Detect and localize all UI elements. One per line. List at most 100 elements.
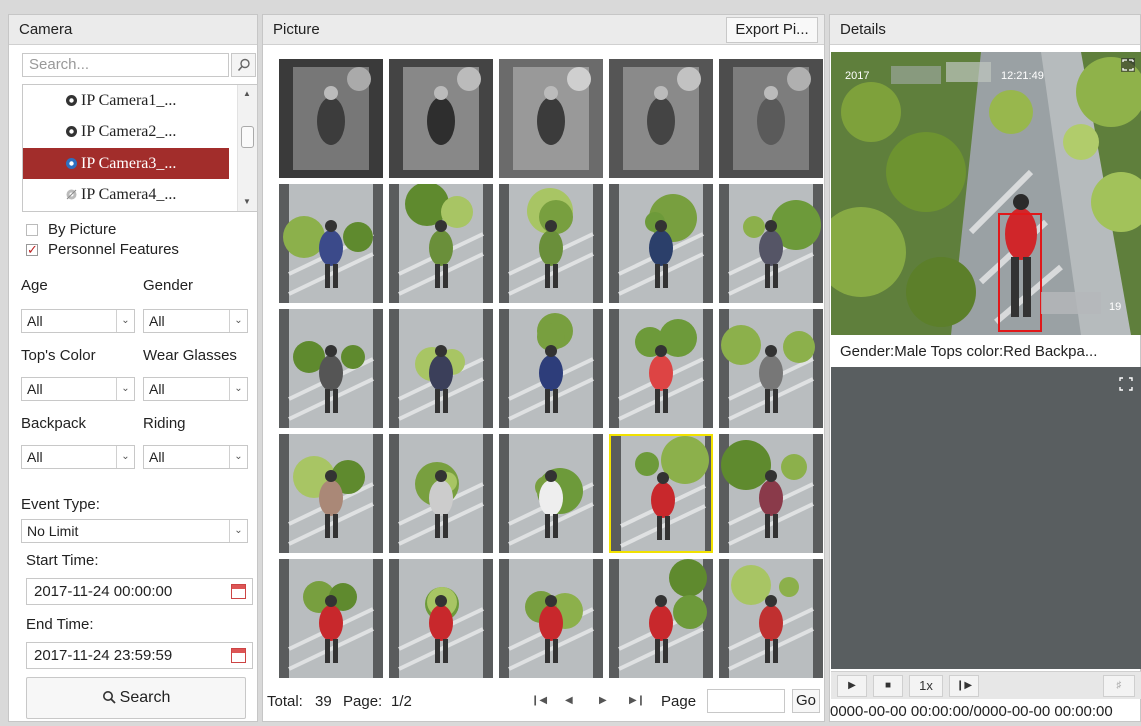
details-panel-title: Details	[830, 15, 1140, 45]
wear-glasses-value: All	[149, 381, 165, 397]
age-select[interactable]: All ⌄	[21, 309, 135, 333]
calendar-icon[interactable]	[231, 648, 246, 663]
picture-thumbnail[interactable]	[279, 309, 383, 428]
picture-thumbnail[interactable]	[499, 59, 603, 178]
stop-button[interactable]: ■	[873, 675, 903, 697]
picture-thumbnail[interactable]	[499, 559, 603, 678]
scroll-down-icon[interactable]: ▼	[243, 197, 251, 206]
by-picture-label: By Picture	[48, 221, 117, 238]
start-time-value: 2017-11-24 00:00:00	[34, 583, 173, 600]
camera-panel-title: Camera	[9, 15, 257, 45]
picture-thumbnail[interactable]	[389, 184, 493, 303]
picture-thumbnail[interactable]	[499, 309, 603, 428]
picture-thumbnail[interactable]	[719, 559, 823, 678]
picture-thumbnail[interactable]	[389, 559, 493, 678]
detail-snapshot-scene: 2017 12:21:49 19	[831, 52, 1141, 335]
calendar-icon[interactable]	[231, 584, 246, 599]
chevron-down-icon: ⌄	[116, 310, 134, 332]
picture-thumbnail[interactable]	[499, 434, 603, 553]
details-panel: Details 2017 12:21:49 19 Gender:Male Top…	[829, 14, 1141, 722]
player-controls: ▶ ■ 1x ❙▶ ♯	[831, 671, 1141, 699]
volume-button[interactable]: ♯	[1103, 675, 1135, 697]
camera-name: IP Camera4_...	[81, 186, 177, 203]
age-value: All	[27, 313, 43, 329]
search-icon-button[interactable]	[231, 53, 256, 77]
start-time-field[interactable]: 2017-11-24 00:00:00	[26, 578, 253, 605]
overlay-time: 12:21:49	[1001, 70, 1044, 82]
picture-thumbnail[interactable]	[279, 184, 383, 303]
event-type-select[interactable]: No Limit ⌄	[21, 519, 248, 543]
picture-thumbnail[interactable]	[279, 559, 383, 678]
camera-icon	[66, 95, 77, 106]
by-picture-checkbox[interactable]	[26, 224, 38, 236]
chevron-down-icon: ⌄	[229, 378, 247, 400]
riding-select[interactable]: All ⌄	[143, 445, 248, 469]
last-page-icon[interactable]: ▶❙	[629, 695, 645, 706]
camera-list-item-selected[interactable]: IP Camera3_...	[23, 148, 229, 179]
wear-glasses-select[interactable]: All ⌄	[143, 377, 248, 401]
overlay-corner: 19	[1109, 301, 1121, 313]
picture-thumbnail-selected[interactable]	[609, 434, 713, 553]
event-type-label: Event Type:	[21, 496, 100, 513]
gender-label: Gender	[143, 277, 194, 294]
picture-thumbnail[interactable]	[279, 59, 383, 178]
camera-list-item[interactable]: IP Camera1_...	[23, 85, 229, 116]
speed-button[interactable]: 1x	[909, 675, 943, 697]
play-button[interactable]: ▶	[837, 675, 867, 697]
personnel-features-label: Personnel Features	[48, 241, 179, 258]
overlay-timestamp: 2017	[845, 70, 869, 82]
camera-list-item[interactable]: IP Camera2_...	[23, 116, 229, 147]
scroll-up-icon[interactable]: ▲	[243, 89, 251, 98]
picture-thumbnail[interactable]	[389, 59, 493, 178]
end-time-field[interactable]: 2017-11-24 23:59:59	[26, 642, 253, 669]
picture-thumbnail[interactable]	[719, 59, 823, 178]
fullscreen-icon[interactable]	[1119, 377, 1133, 391]
page-number-input[interactable]	[707, 689, 785, 713]
tops-color-label: Top's Color	[21, 347, 96, 364]
search-button[interactable]: Search	[26, 677, 246, 719]
chevron-down-icon: ⌄	[116, 378, 134, 400]
picture-thumbnail[interactable]	[609, 309, 713, 428]
camera-search-input[interactable]: Search...	[22, 53, 229, 77]
search-icon	[237, 58, 250, 72]
picture-thumbnail[interactable]	[279, 434, 383, 553]
export-pictures-button[interactable]: Export Pi...	[726, 17, 818, 43]
step-forward-button[interactable]: ❙▶	[949, 675, 979, 697]
end-time-label: End Time:	[26, 616, 94, 633]
go-button[interactable]: Go	[792, 689, 820, 713]
camera-list-item[interactable]: IP Camera4_...	[23, 179, 229, 210]
backpack-select[interactable]: All ⌄	[21, 445, 135, 469]
fullscreen-icon[interactable]	[1121, 58, 1135, 72]
picture-thumbnail[interactable]	[609, 184, 713, 303]
scroll-thumb[interactable]	[241, 126, 254, 148]
camera-list-scrollbar[interactable]: ▲ ▼	[237, 85, 257, 211]
volume-icon: ♯	[1116, 680, 1122, 691]
picture-thumbnail[interactable]	[719, 309, 823, 428]
video-player[interactable]	[831, 367, 1141, 669]
picture-thumbnail[interactable]	[719, 184, 823, 303]
picture-thumbnail[interactable]	[609, 559, 713, 678]
next-page-icon[interactable]: ▶	[599, 695, 607, 706]
camera-offline-icon	[66, 189, 77, 200]
picture-thumbnail[interactable]	[389, 434, 493, 553]
picture-thumbnail[interactable]	[609, 59, 713, 178]
picture-thumbnail[interactable]	[719, 434, 823, 553]
backpack-value: All	[27, 449, 43, 465]
detail-attributes: Gender:Male Tops color:Red Backpa...	[840, 343, 1098, 360]
tops-color-select[interactable]: All ⌄	[21, 377, 135, 401]
picture-thumbnail[interactable]	[389, 309, 493, 428]
picture-thumbnail[interactable]	[499, 184, 603, 303]
camera-name: IP Camera2_...	[81, 123, 177, 140]
page-label: Page:	[343, 693, 383, 710]
backpack-label: Backpack	[21, 415, 87, 432]
chevron-down-icon: ⌄	[229, 446, 247, 468]
detail-snapshot[interactable]: 2017 12:21:49 19	[831, 52, 1141, 335]
gender-select[interactable]: All ⌄	[143, 309, 248, 333]
previous-page-icon[interactable]: ◀	[565, 695, 573, 706]
wear-glasses-label: Wear Glasses	[143, 347, 237, 364]
chevron-down-icon: ⌄	[229, 520, 247, 542]
picture-panel: Picture Export Pi... Total: 39 Page: 1/2…	[262, 14, 825, 722]
end-time-value: 2017-11-24 23:59:59	[34, 647, 173, 664]
first-page-icon[interactable]: ❙◀	[531, 695, 547, 706]
personnel-features-checkbox[interactable]	[26, 240, 38, 260]
